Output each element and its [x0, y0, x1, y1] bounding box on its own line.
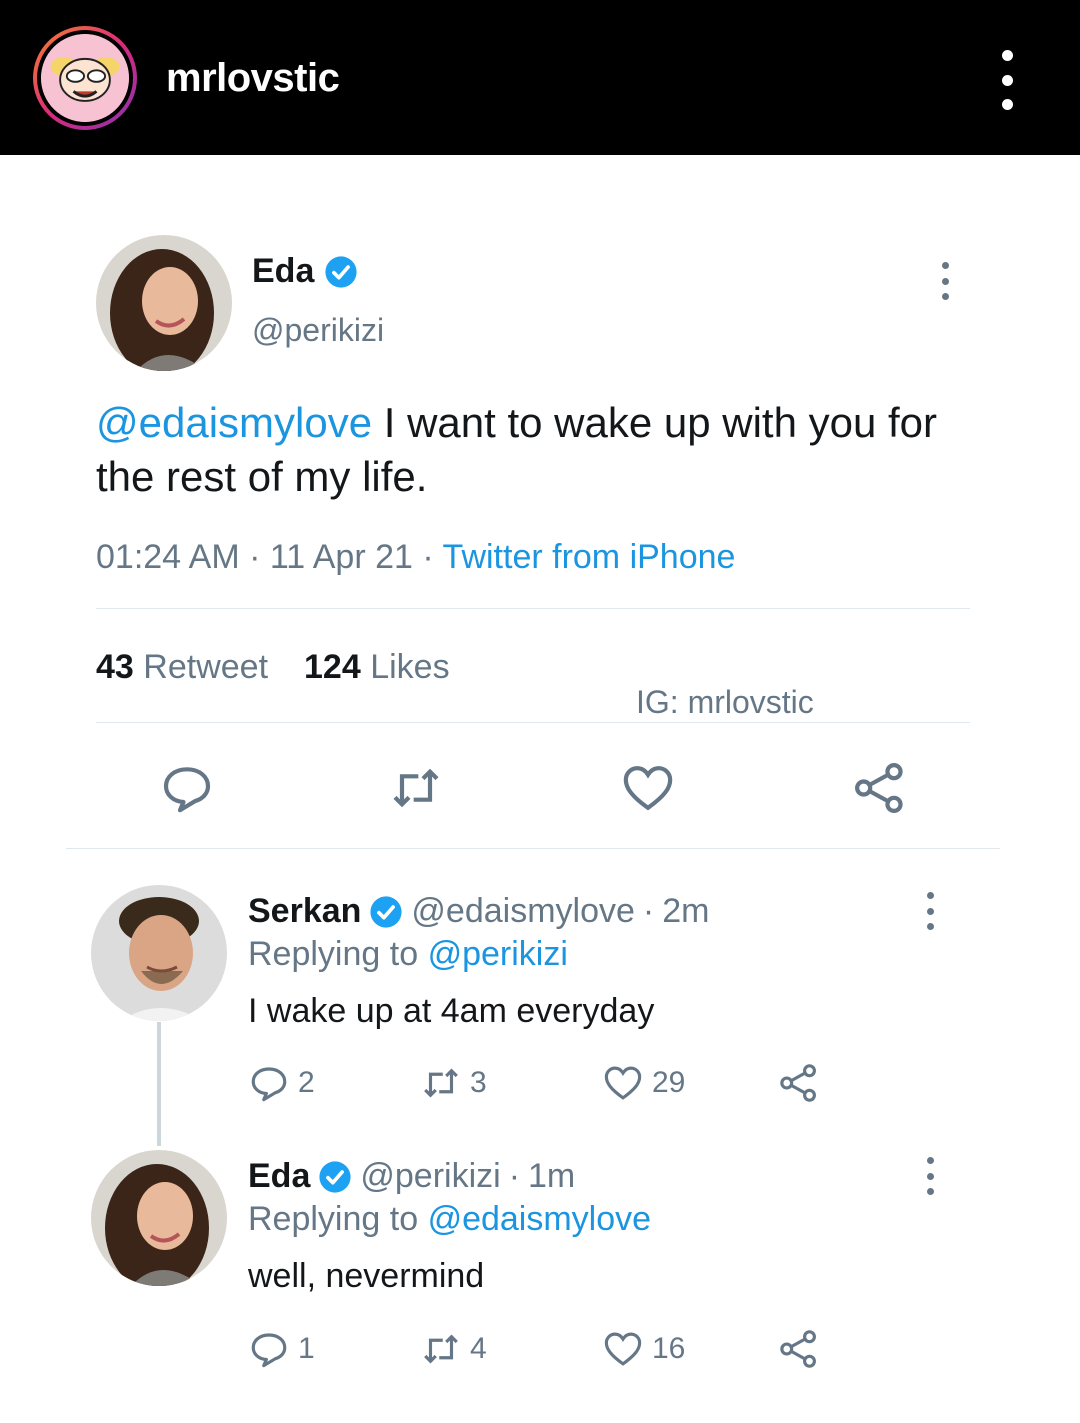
retweet-icon: [424, 1068, 458, 1098]
retweet-count: 43: [96, 648, 134, 686]
reply-header: Eda @perikizi · 1m: [248, 1157, 575, 1196]
reply-avatar[interactable]: [91, 1150, 227, 1286]
profile-avatar[interactable]: [33, 26, 137, 130]
reply-text: I wake up at 4am everyday: [248, 992, 655, 1030]
cartoon-avatar-icon: [37, 30, 133, 126]
tweet-stats: 43 Retweet 124 Likes: [96, 648, 450, 687]
meta-separator: ·: [508, 1157, 521, 1195]
reply-action[interactable]: 1: [248, 1328, 315, 1370]
reply-icon: [251, 1333, 287, 1368]
tweet-date: 11 Apr 21: [269, 538, 413, 576]
reply-actions: 1 4 16: [248, 1328, 848, 1378]
share-action[interactable]: [778, 1328, 820, 1370]
reply-icon[interactable]: [159, 760, 215, 816]
divider: [96, 722, 970, 723]
meta-separator: ·: [249, 538, 270, 576]
reply-header: Serkan @edaismylove · 2m: [248, 892, 709, 931]
retweet-label: Retweet: [143, 648, 269, 686]
like-icon[interactable]: [620, 760, 676, 816]
author-handle[interactable]: @perikizi: [252, 312, 384, 349]
likes-count: 124: [304, 648, 361, 686]
reply-avatar[interactable]: [91, 885, 227, 1021]
reply-count: 1: [298, 1332, 315, 1365]
tweet-more-icon[interactable]: [935, 262, 955, 300]
reply-more-icon[interactable]: [920, 892, 940, 930]
replying-to: Replying to @perikizi: [248, 935, 568, 974]
like-count: 16: [652, 1332, 686, 1365]
retweet-icon: [424, 1334, 458, 1364]
retweet-stat[interactable]: 43 Retweet: [96, 648, 268, 687]
tweet-actions: [0, 760, 1080, 820]
share-action[interactable]: [778, 1062, 820, 1104]
author-name-row: Eda: [252, 252, 358, 291]
tweet-text: @edaismylove I want to wake up with you …: [96, 396, 996, 504]
replying-to: Replying to @edaismylove: [248, 1200, 651, 1239]
reply-author-name[interactable]: Serkan: [248, 892, 361, 931]
tweet-meta: 01:24 AM · 11 Apr 21 · Twitter from iPho…: [96, 538, 735, 577]
reply-author-name[interactable]: Eda: [248, 1157, 310, 1196]
likes-stat[interactable]: 124 Likes: [304, 648, 450, 687]
retweet-count: 4: [470, 1332, 487, 1365]
replying-label: Replying to: [248, 1200, 419, 1238]
reply-icon: [251, 1067, 287, 1102]
reply-count: 2: [298, 1066, 315, 1099]
divider: [66, 848, 1000, 849]
instagram-username[interactable]: mrlovstic: [166, 56, 340, 101]
tweet-mention[interactable]: @edaismylove: [96, 399, 372, 446]
reply-time: 1m: [528, 1157, 576, 1195]
author-avatar[interactable]: [96, 235, 232, 371]
meta-separator: ·: [422, 538, 443, 576]
watermark: IG: mrlovstic: [636, 684, 814, 720]
like-action[interactable]: 16: [602, 1328, 685, 1370]
reply-text: well, nevermind: [248, 1257, 485, 1295]
retweet-count: 3: [470, 1066, 487, 1099]
retweet-action[interactable]: 3: [420, 1062, 487, 1104]
replying-to-handle[interactable]: @perikizi: [428, 935, 568, 973]
tweet-time: 01:24 AM: [96, 538, 240, 576]
reply-author-handle[interactable]: @perikizi: [360, 1157, 500, 1196]
verified-badge-icon: [370, 895, 402, 928]
reply-author-handle[interactable]: @edaismylove: [411, 892, 635, 931]
retweet-action[interactable]: 4: [420, 1328, 487, 1370]
share-icon: [780, 1330, 816, 1368]
reply-action[interactable]: 2: [248, 1062, 315, 1104]
replying-label: Replying to: [248, 935, 419, 973]
thread-line: [157, 1022, 161, 1146]
verified-badge-icon: [319, 1160, 351, 1193]
instagram-header: mrlovstic: [0, 0, 1080, 155]
divider: [96, 608, 970, 609]
like-icon: [604, 1332, 642, 1366]
like-count: 29: [652, 1066, 686, 1099]
author-name[interactable]: Eda: [252, 252, 314, 291]
reply-actions: 2 3 29: [248, 1062, 848, 1112]
reply-time: 2m: [662, 892, 710, 930]
meta-separator: ·: [642, 892, 655, 930]
like-icon: [604, 1066, 642, 1100]
more-options-icon[interactable]: [992, 50, 1022, 110]
share-icon: [780, 1064, 816, 1102]
retweet-icon[interactable]: [388, 760, 444, 816]
like-action[interactable]: 29: [602, 1062, 685, 1104]
share-icon[interactable]: [852, 760, 908, 816]
likes-label: Likes: [370, 648, 450, 686]
reply-more-icon[interactable]: [920, 1157, 940, 1195]
tweet-source[interactable]: Twitter from iPhone: [443, 538, 736, 576]
replying-to-handle[interactable]: @edaismylove: [428, 1200, 652, 1238]
verified-badge-icon: [325, 255, 357, 288]
